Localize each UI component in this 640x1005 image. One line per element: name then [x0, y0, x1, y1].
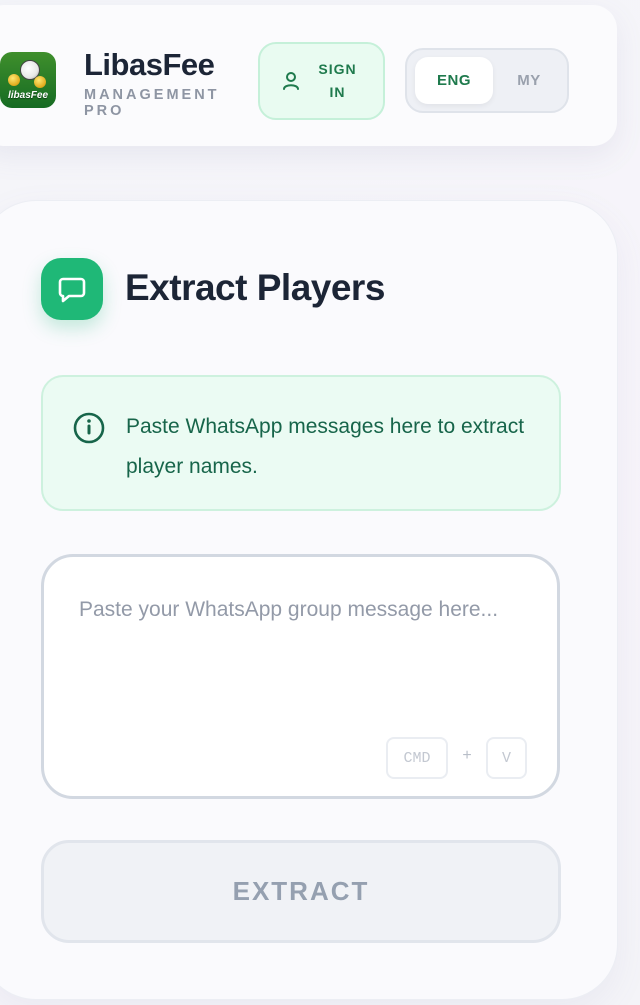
app-header: libasFee LibasFee MANAGEMENT PRO SIGN IN…	[0, 5, 617, 146]
shortcut-key-v: V	[486, 737, 527, 779]
user-icon	[282, 72, 299, 90]
info-text: Paste WhatsApp messages here to extract …	[126, 415, 525, 478]
chat-bubble-icon	[41, 258, 103, 320]
shortcut-plus: +	[462, 747, 472, 764]
coin-icon	[34, 76, 46, 88]
sign-in-button[interactable]: SIGN IN	[258, 42, 385, 120]
shortcut-key-cmd: CMD	[386, 737, 448, 779]
brand-subtitle: MANAGEMENT PRO	[84, 87, 220, 119]
brand-name: LibasFee	[84, 47, 215, 82]
language-option-eng[interactable]: ENG	[415, 57, 493, 104]
message-input[interactable]	[79, 593, 519, 743]
logo-text: libasFee	[7, 90, 49, 101]
info-circle-icon	[73, 412, 105, 444]
message-input-container: CMD + V	[41, 554, 560, 799]
app-logo[interactable]: libasFee	[0, 52, 56, 108]
language-switch: ENG MY	[405, 48, 569, 113]
sign-in-label: SIGN IN	[318, 61, 357, 100]
language-option-my[interactable]: MY	[501, 57, 557, 104]
coin-icon	[8, 74, 20, 86]
info-banner: Paste WhatsApp messages here to extract …	[41, 375, 561, 511]
page-title: Extract Players	[125, 267, 385, 308]
extract-button[interactable]: EXTRACT	[41, 840, 561, 943]
